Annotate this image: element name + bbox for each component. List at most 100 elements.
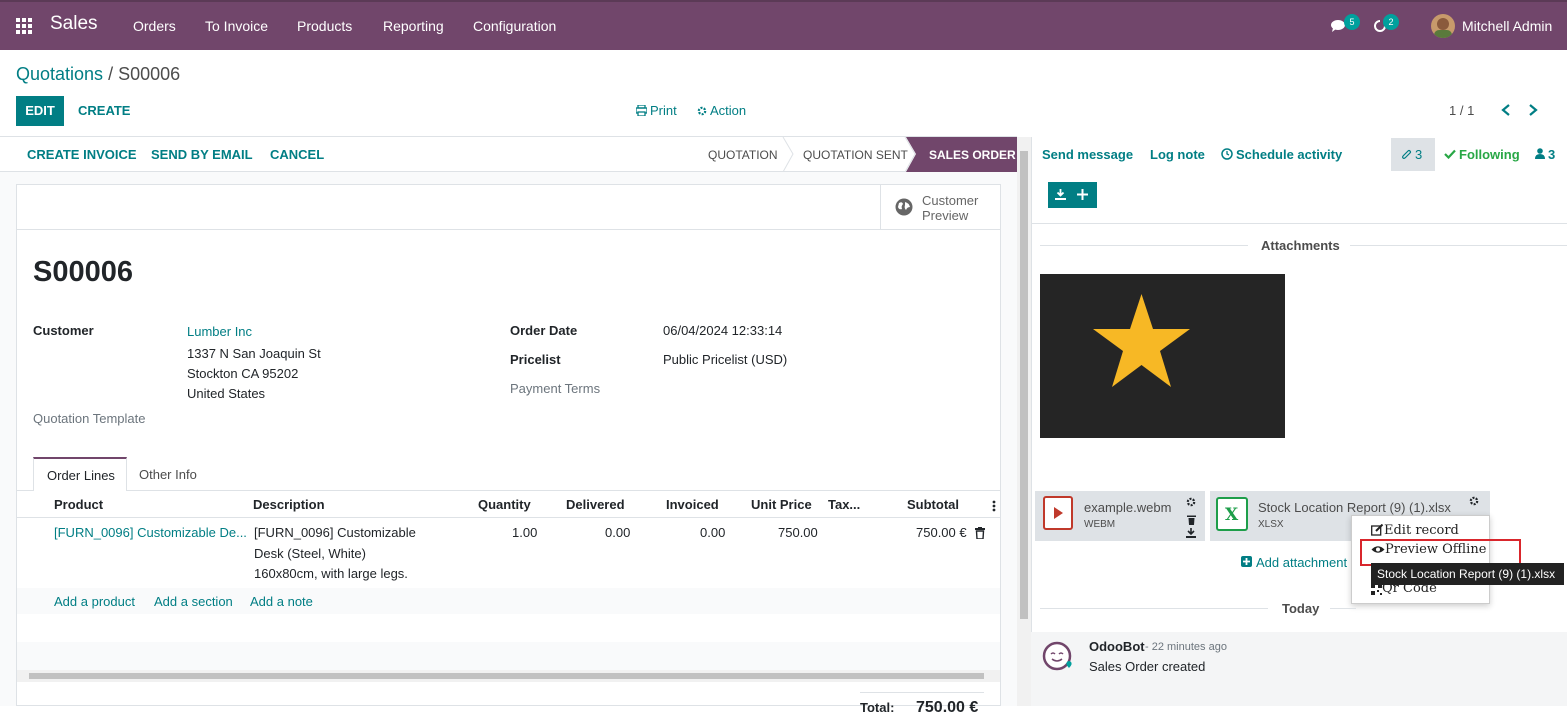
following-button[interactable]: Following (1459, 147, 1520, 162)
line-quantity: 1.00 (512, 525, 538, 540)
customer-preview-line1: Customer (922, 193, 979, 208)
tooltip: Stock Location Report (9) (1).xlsx (1371, 563, 1564, 585)
attachment-name-webm: example.webm (1084, 500, 1172, 515)
add-product-link[interactable]: Add a product (54, 594, 135, 609)
stage-quotation-sent[interactable]: QUOTATION SENT (803, 148, 908, 162)
chevron-left-icon[interactable] (1501, 104, 1511, 116)
tab-order-lines[interactable]: Order Lines (33, 457, 127, 491)
col-product[interactable]: Product (54, 497, 103, 512)
customer-preview-button[interactable]: Customer Preview (880, 185, 1000, 229)
menu-products[interactable]: Products (297, 18, 352, 34)
horizontal-scrollbar-thumb[interactable] (29, 673, 984, 679)
download-icon[interactable] (1055, 189, 1066, 200)
order-date-label: Order Date (510, 323, 578, 338)
col-subtotal[interactable]: Subtotal (907, 497, 959, 512)
message-body: Sales Order created (1089, 659, 1206, 674)
apps-grid-icon[interactable] (16, 18, 32, 34)
menu-preview-offline[interactable]: Preview Offline (1385, 542, 1486, 557)
col-unit-price[interactable]: Unit Price (751, 497, 812, 512)
menu-to-invoice[interactable]: To Invoice (205, 18, 268, 34)
menu-orders[interactable]: Orders (133, 18, 176, 34)
total-label: Total: (860, 700, 895, 715)
plus-icon[interactable] (1077, 189, 1088, 200)
schedule-activity-button[interactable]: Schedule activity (1236, 147, 1342, 162)
tab-order-lines-label: Order Lines (47, 468, 115, 483)
today-line-right (1330, 608, 1356, 609)
col-delivered[interactable]: Delivered (566, 497, 625, 512)
edit-button[interactable]: EDIT (16, 96, 64, 126)
pricelist-value: Public Pricelist (USD) (663, 352, 788, 367)
message-author[interactable]: OdooBot (1089, 639, 1145, 654)
log-note-button[interactable]: Log note (1150, 147, 1205, 162)
eye-icon (1371, 546, 1385, 553)
customer-link[interactable]: Lumber Inc (187, 324, 252, 339)
user-name[interactable]: Mitchell Admin (1462, 18, 1552, 34)
gear-icon[interactable] (1469, 496, 1479, 506)
add-note-link[interactable]: Add a note (250, 594, 313, 609)
send-by-email-button[interactable]: SEND BY EMAIL (151, 147, 253, 162)
chatter-divider (1031, 223, 1567, 224)
menu-reporting[interactable]: Reporting (383, 18, 444, 34)
chevron-right-icon[interactable] (1528, 104, 1538, 116)
activities-badge: 2 (1383, 14, 1399, 30)
user-icon (1535, 148, 1545, 159)
line-product[interactable]: [FURN_0096] Customizable De... (54, 525, 247, 540)
stage-sales-order[interactable]: SALES ORDER (929, 148, 1016, 162)
gear-icon[interactable] (1186, 497, 1196, 507)
create-button[interactable]: CREATE (78, 103, 130, 118)
paperclip-icon (1402, 149, 1412, 159)
attachments-count-button[interactable]: 3 (1391, 138, 1435, 171)
download-icon[interactable] (1186, 528, 1196, 538)
add-attachment-link[interactable]: Add attachment (1256, 555, 1347, 570)
trash-icon[interactable] (1187, 515, 1196, 525)
plus-square-icon (1241, 556, 1252, 567)
vertical-scrollbar-thumb[interactable] (1020, 151, 1028, 619)
add-section-link[interactable]: Add a section (154, 594, 233, 609)
line-delivered: 0.00 (605, 525, 631, 540)
followers-count[interactable]: 3 (1548, 147, 1555, 162)
globe-icon (895, 198, 913, 216)
image-attachment-preview[interactable] (1040, 274, 1285, 438)
app-brand[interactable]: Sales (50, 13, 98, 35)
address-line-3: United States (187, 386, 266, 401)
col-taxes[interactable]: Tax... (828, 497, 860, 512)
action-button[interactable]: Action (710, 103, 746, 118)
menu-configuration[interactable]: Configuration (473, 18, 556, 34)
cancel-button[interactable]: CANCEL (270, 147, 324, 162)
col-invoiced[interactable]: Invoiced (666, 497, 719, 512)
line-unit-price: 750.00 (778, 525, 818, 540)
order-date-value: 06/04/2024 12:33:14 (663, 323, 783, 338)
tab-other-info[interactable]: Other Info (139, 467, 197, 482)
breadcrumb: Quotations / S00006 (16, 64, 180, 85)
line-subtotal: 750.00 € (916, 525, 967, 540)
button-box-divider (17, 229, 1000, 230)
vertical-scrollbar[interactable] (1017, 137, 1031, 706)
print-button[interactable]: Print (650, 103, 677, 118)
menu-edit-record[interactable]: Edit record (1384, 523, 1459, 538)
breadcrumb-parent[interactable]: Quotations (16, 64, 103, 84)
col-quantity[interactable]: Quantity (478, 497, 531, 512)
send-message-button[interactable]: Send message (1042, 147, 1133, 162)
empty-row (17, 642, 1000, 670)
print-icon (636, 105, 647, 116)
attachment-card-webm[interactable]: example.webm WEBM (1035, 491, 1205, 541)
customer-preview-line2: Preview (922, 208, 969, 223)
stage-quotation[interactable]: QUOTATION (708, 148, 778, 162)
pager-value[interactable]: 1 / 1 (1449, 103, 1474, 118)
record-name: S00006 (33, 256, 133, 288)
column-options-icon[interactable] (992, 500, 996, 512)
user-avatar[interactable] (1431, 14, 1455, 38)
address-line-1: 1337 N San Joaquin St (187, 346, 321, 361)
trash-icon[interactable] (975, 527, 985, 539)
empty-row (17, 614, 1000, 642)
create-invoice-button[interactable]: CREATE INVOICE (27, 147, 137, 162)
attachment-actions (1048, 182, 1097, 208)
horizontal-scrollbar[interactable] (17, 670, 1000, 682)
clock-icon (1221, 148, 1233, 160)
breadcrumb-separator: / (103, 64, 119, 84)
today-line-left (1040, 608, 1268, 609)
col-description[interactable]: Description (253, 497, 325, 512)
statusbar: CREATE INVOICE SEND BY EMAIL CANCEL QUOT… (0, 137, 1017, 172)
line-description-1: [FURN_0096] Customizable (254, 525, 416, 540)
address-line-2: Stockton CA 95202 (187, 366, 299, 381)
